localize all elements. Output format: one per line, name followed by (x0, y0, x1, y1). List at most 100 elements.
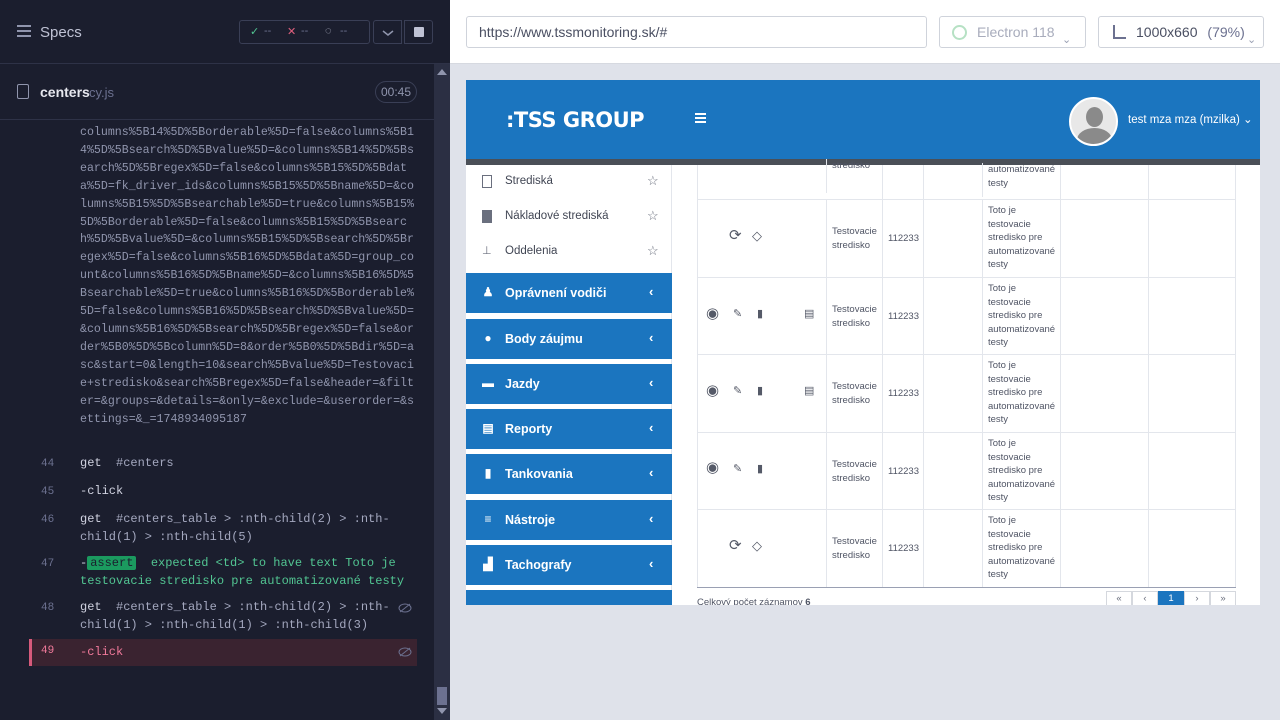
user-menu[interactable]: test mza mza (mzilka) ⌄ (1128, 112, 1253, 126)
line-number: 49 (41, 645, 55, 657)
nav-jazdy[interactable]: ▬ Jazdy ‹ (466, 364, 672, 404)
document-icon[interactable]: ▤ (804, 385, 814, 399)
restore-icon[interactable]: ⟳ (729, 538, 742, 552)
empty-cell (1060, 200, 1148, 277)
page-1-button[interactable]: 1 (1158, 591, 1184, 605)
scroll-down-icon[interactable] (437, 708, 447, 714)
table-row[interactable]: ◉ ✎ ▮ ▤ Testovacie stredisko 112233 Toto… (697, 278, 1236, 355)
command-row-failed[interactable]: 49 -click (29, 639, 417, 666)
prev-page-button[interactable]: ‹ (1132, 591, 1158, 605)
specs-menu-icon[interactable] (17, 25, 31, 37)
eraser-icon[interactable]: ◇ (752, 539, 762, 553)
sidebar-item-strediska[interactable]: Strediská ☆ (466, 165, 672, 200)
eye-icon[interactable]: ◉ (706, 306, 719, 320)
description-cell: Toto je testovacie stredisko pre automat… (982, 355, 1060, 432)
stop-button[interactable] (404, 20, 433, 44)
empty-cell (1148, 200, 1236, 277)
pencil-icon[interactable]: ✎ (733, 385, 742, 399)
run-timer: 00:45 (375, 81, 417, 103)
line-number: 46 (41, 514, 55, 526)
person-icon: ♟ (482, 285, 494, 299)
specs-label[interactable]: Specs (40, 24, 82, 41)
record-count-value: 6 (805, 597, 811, 605)
car-icon: ▬ (482, 376, 494, 390)
failed-count: -- (301, 25, 309, 37)
code-cell: 112233 (882, 433, 923, 509)
eye-icon[interactable]: ◉ (706, 383, 719, 397)
code-cell: 112233 (882, 200, 923, 277)
eraser-icon[interactable]: ◇ (752, 229, 762, 243)
star-icon[interactable]: ☆ (647, 173, 659, 189)
chevron-left-icon: ‹ (649, 556, 654, 571)
next-page-button[interactable]: › (1184, 591, 1210, 605)
aut-url-field[interactable]: https://www.tssmonitoring.sk/# (466, 16, 927, 48)
stop-icon (414, 27, 424, 37)
empty-cell (923, 355, 982, 432)
last-page-button[interactable]: » (1210, 591, 1236, 605)
electron-icon (952, 25, 967, 40)
document-icon[interactable]: ▤ (804, 308, 814, 322)
empty-cell (1060, 433, 1148, 509)
tss-logo[interactable]: :TSS GROUP (506, 108, 645, 132)
empty-cell (923, 165, 982, 199)
browser-selector[interactable]: Electron 118 ⌄ (939, 16, 1086, 48)
nav-tachografy[interactable]: ▟ Tachografy ‹ (466, 545, 672, 585)
restore-icon[interactable]: ⟳ (729, 228, 742, 242)
command-log: columns%5B14%5D%5Borderable%5D=false&col… (0, 120, 434, 680)
star-icon[interactable]: ☆ (647, 208, 659, 224)
scrollbar-thumb[interactable] (437, 687, 447, 705)
sidebar-item-nakladove-strediska[interactable]: Nákladové strediská ☆ (466, 200, 672, 235)
nav-item-partial[interactable] (466, 590, 672, 605)
eye-slash-icon[interactable] (398, 647, 412, 657)
nav-tankovania[interactable]: ▮ Tankovania ‹ (466, 454, 672, 494)
eye-slash-icon[interactable] (398, 603, 412, 613)
table-row[interactable]: ⟳ ◇ Testovacie stredisko 112233 Toto je … (697, 510, 1236, 588)
command-row[interactable]: 46 get #centers_table > :nth-child(2) > … (0, 510, 434, 554)
chevron-left-icon: ‹ (649, 511, 654, 526)
first-page-button[interactable]: « (1106, 591, 1132, 605)
actions-cell: ◉ ✎ ▮ ▤ (697, 278, 826, 354)
trash-icon[interactable]: ▮ (757, 463, 763, 477)
aut-toolbar: https://www.tssmonitoring.sk/# Electron … (450, 0, 1280, 64)
command-name: -click (80, 645, 124, 659)
table-row[interactable]: ◉ ✎ ▮ ▤ Testovacie stredisko 112233 Toto… (697, 355, 1236, 433)
avatar[interactable] (1069, 97, 1118, 146)
trash-icon[interactable]: ▮ (757, 385, 763, 399)
viewport-selector[interactable]: 1000x660 (79%) ⌄ (1098, 16, 1264, 48)
nav-nastroje[interactable]: ≡ Nástroje ‹ (466, 500, 672, 540)
pencil-icon[interactable]: ✎ (733, 463, 742, 477)
pencil-icon[interactable]: ✎ (733, 308, 742, 322)
nav-reporty[interactable]: ▤ Reporty ‹ (466, 409, 672, 449)
menu-toggle-icon[interactable] (695, 113, 706, 123)
table-row[interactable]: stredisko automatizované testy (697, 159, 1236, 200)
chevron-left-icon: ‹ (649, 330, 654, 345)
description-cell: Toto je testovacie stredisko pre automat… (982, 278, 1060, 354)
nav-label: Jazdy (505, 377, 540, 391)
description-cell: automatizované testy (982, 163, 1060, 197)
scroll-up-icon[interactable] (437, 69, 447, 75)
command-row[interactable]: 45 -click (0, 482, 434, 510)
chevron-left-icon: ‹ (649, 465, 654, 480)
scrollbar[interactable] (434, 64, 450, 720)
command-row[interactable]: 44 get #centers (0, 454, 434, 482)
nav-body-zaujmu[interactable]: ● Body záujmu ‹ (466, 319, 672, 359)
sidebar-item-oddelenia[interactable]: ⊥ Oddelenia ☆ (466, 235, 672, 270)
command-row[interactable]: 48 get #centers_table > :nth-child(2) > … (0, 598, 434, 642)
actions-cell: ◉ ✎ ▮ (697, 433, 826, 509)
star-icon[interactable]: ☆ (647, 243, 659, 259)
nav-opravneni-vodici[interactable]: ♟ Oprávnení vodiči ‹ (466, 273, 672, 313)
table-row[interactable]: ⟳ ◇ Testovacie stredisko 112233 Toto je … (697, 200, 1236, 278)
eye-icon[interactable]: ◉ (706, 460, 719, 474)
dropdown-button[interactable] (373, 20, 402, 44)
table-row[interactable]: ◉ ✎ ▮ Testovacie stredisko 112233 Toto j… (697, 433, 1236, 510)
chevron-down-icon (382, 30, 394, 36)
sidebar-item-label: Nákladové strediská (505, 210, 609, 222)
command-row[interactable]: 47 - assert expected <td> to have text To… (0, 554, 434, 598)
description-cell: Toto je testovacie stredisko pre automat… (982, 200, 1060, 277)
line-number: 47 (41, 558, 55, 570)
name-cell: Testovacie stredisko (826, 510, 882, 587)
chevron-down-icon: ⌄ (1247, 34, 1257, 46)
empty-cell (1060, 278, 1148, 354)
trash-icon[interactable]: ▮ (757, 308, 763, 322)
command-text: get #centers_table > :nth-child(2) > :nt… (80, 510, 410, 546)
